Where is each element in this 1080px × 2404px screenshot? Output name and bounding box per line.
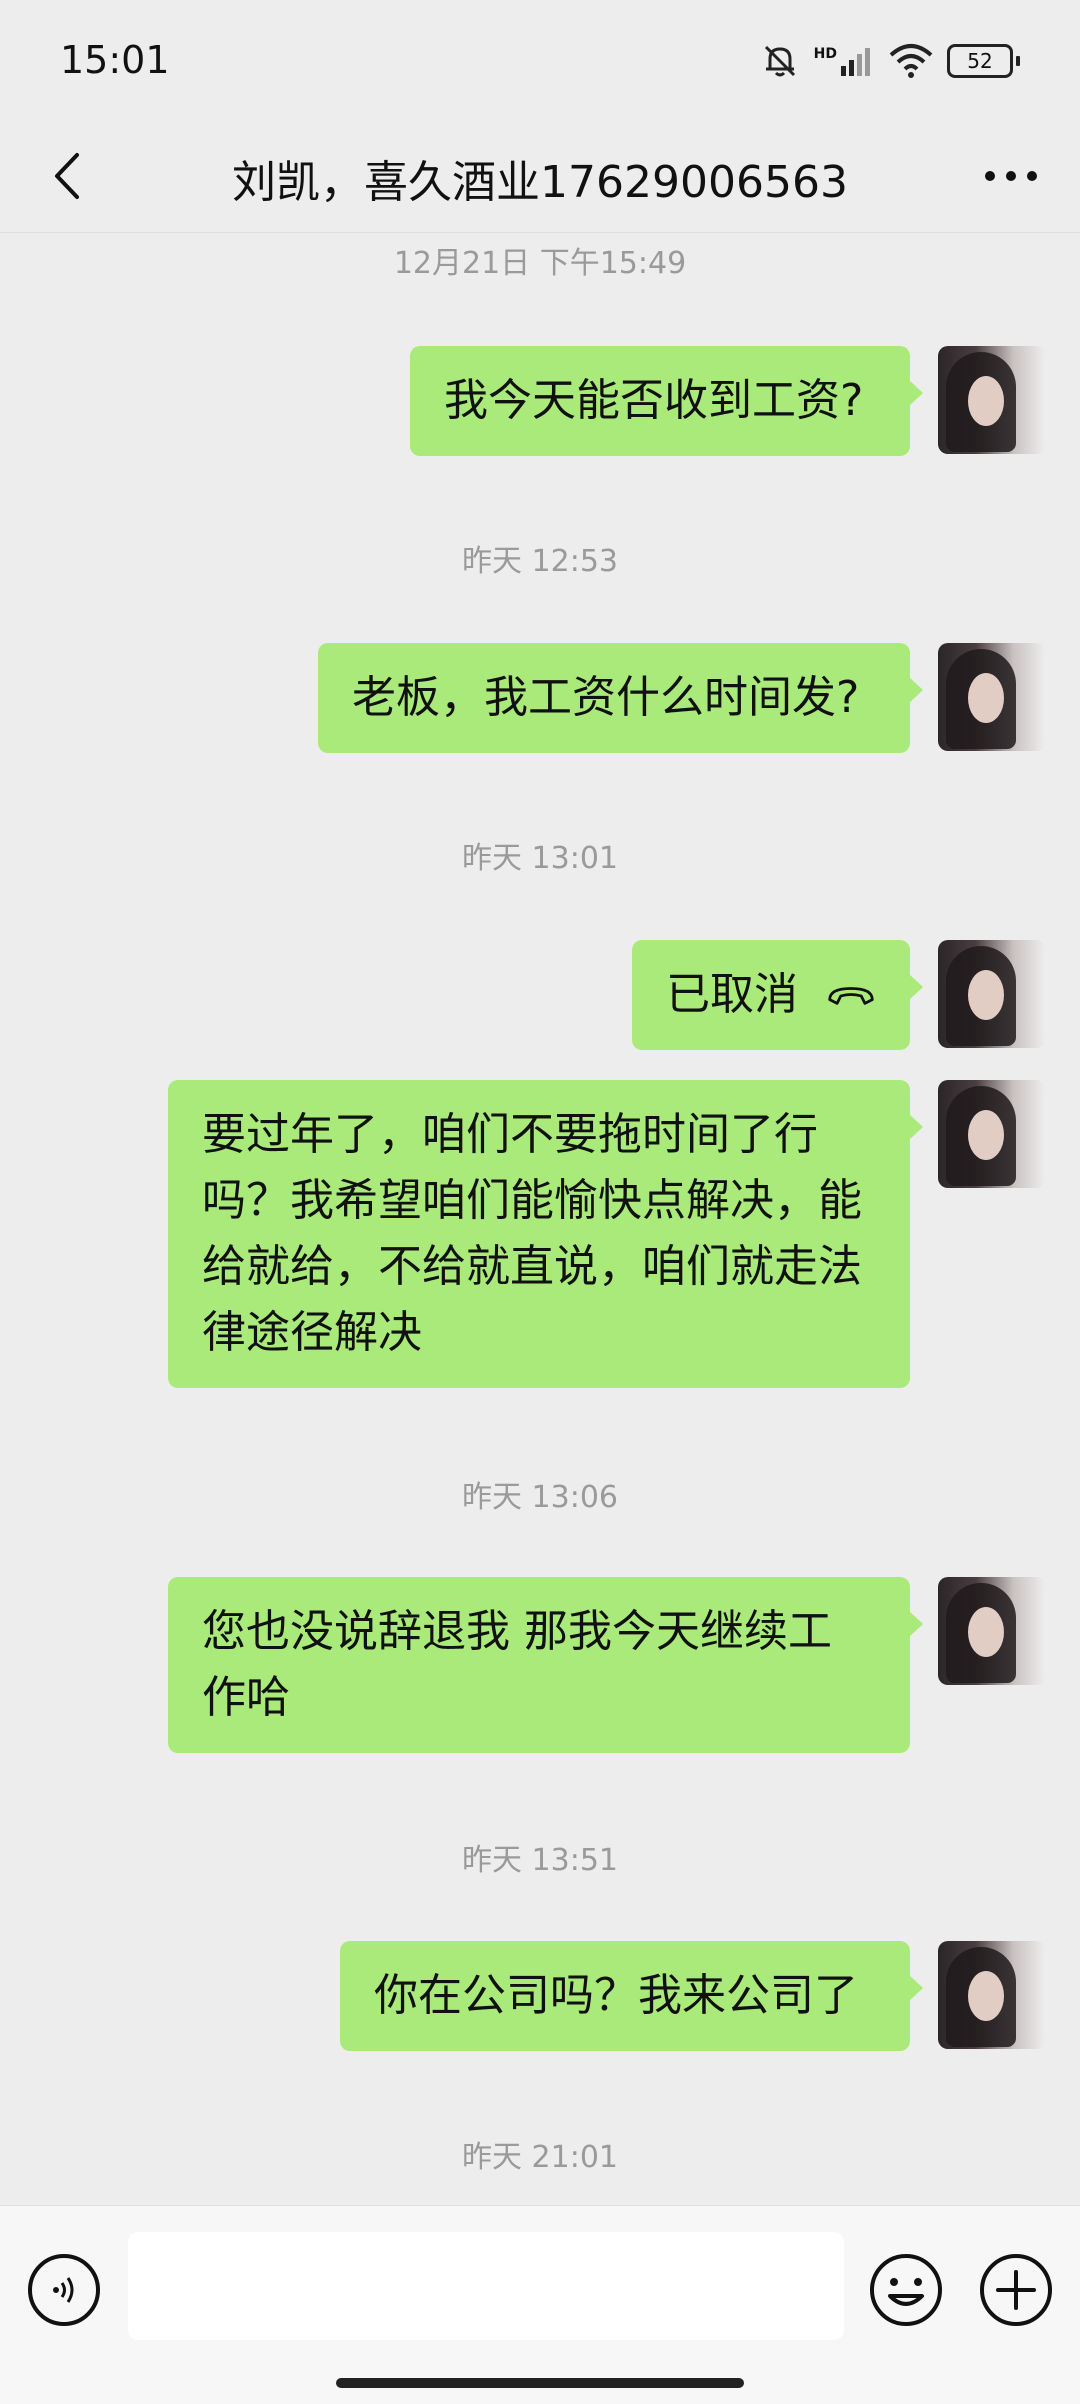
status-time: 15:01 (60, 38, 170, 82)
chevron-left-icon (55, 153, 79, 199)
avatar[interactable] (938, 643, 1046, 751)
message-line: 要过年了，咱们不要拖时间了行 (202, 1109, 818, 1160)
bell-muted-icon (764, 45, 795, 77)
avatar[interactable] (938, 940, 1046, 1048)
plus-icon (980, 2254, 1052, 2326)
avatar[interactable] (938, 346, 1046, 454)
message-bubble[interactable]: 我今天能否收到工资? (410, 346, 923, 456)
message-bubble[interactable]: 你在公司吗？我来公司了 (340, 1941, 923, 2051)
more-dots-icon (985, 171, 1037, 181)
network-badge: HD (813, 46, 837, 62)
voice-button[interactable] (28, 2254, 100, 2326)
message-text: 老板，我工资什么时间发? (352, 672, 860, 723)
input-bar (0, 2205, 1080, 2404)
emoji-button[interactable] (868, 2252, 944, 2328)
chat-title: 刘凯，喜久酒业17629006563 (232, 157, 848, 208)
call-cancelled-bubble[interactable]: 已取消 (632, 940, 923, 1050)
chat-header: 刘凯，喜久酒业17629006563 (0, 120, 1080, 232)
home-indicator[interactable] (336, 2378, 744, 2388)
timestamp: 昨天 13:51 (462, 1843, 618, 1878)
message-line: 律途径解决 (202, 1307, 422, 1358)
back-button[interactable] (36, 144, 96, 208)
message-text: 你在公司吗？我来公司了 (374, 1970, 858, 2021)
signal-icon: HD (814, 46, 875, 76)
more-button[interactable] (976, 150, 1046, 202)
voice-icon (53, 2277, 74, 2303)
message-line: 您也没说辞退我 那我今天继续工 (202, 1606, 832, 1657)
status-bar: 15:01 HD 52 (0, 0, 1080, 120)
timestamp: 昨天 13:01 (462, 841, 618, 876)
timestamp: 昨天 21:01 (462, 2140, 618, 2175)
phone-hangup-icon (828, 987, 874, 1005)
message-text: 已取消 (666, 969, 798, 1020)
message-bubble[interactable]: 老板，我工资什么时间发? (318, 643, 923, 753)
message-text: 我今天能否收到工资? (444, 375, 864, 426)
message-line: 给就给，不给就直说，咱们就走法 (202, 1241, 862, 1292)
emoji-icon (870, 2254, 942, 2326)
status-icons: HD 52 (760, 36, 1020, 86)
timestamp: 12月21日 下午15:49 (393, 246, 687, 281)
message-input[interactable] (128, 2232, 844, 2340)
battery-icon: 52 (947, 44, 1020, 78)
message-line: 作哈 (202, 1672, 290, 1723)
message-bubble[interactable]: 要过年了，咱们不要拖时间了行 吗？我希望咱们能愉快点解决，能 给就给，不给就直说… (168, 1080, 923, 1388)
battery-level: 52 (947, 44, 1013, 78)
wifi-icon (889, 44, 933, 78)
avatar[interactable] (938, 1941, 1046, 2049)
timestamp: 昨天 13:06 (462, 1480, 618, 1515)
avatar[interactable] (938, 1080, 1046, 1188)
message-bubble[interactable]: 您也没说辞退我 那我今天继续工 作哈 (168, 1577, 923, 1753)
message-line: 吗？我希望咱们能愉快点解决，能 (202, 1175, 862, 1226)
header-divider (0, 232, 1080, 233)
avatar[interactable] (938, 1577, 1046, 1685)
timestamp: 昨天 12:53 (462, 544, 618, 579)
more-functions-button[interactable] (978, 2252, 1054, 2328)
